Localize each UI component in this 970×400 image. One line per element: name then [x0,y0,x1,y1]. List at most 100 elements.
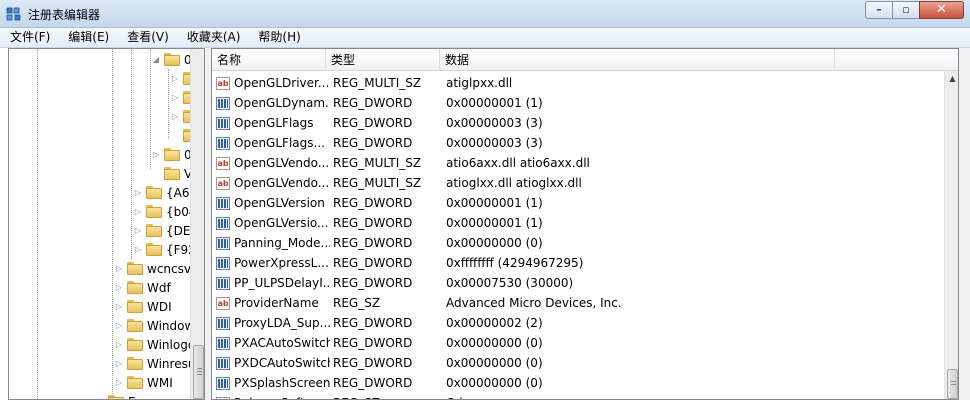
value-row[interactable]: OpenGLFlags... REG_DWORD 0x00000003 (3) [212,133,944,153]
tree-node[interactable]: ▷ WMI [114,373,173,392]
value-row[interactable]: PXDCAutoSwitch REG_DWORD 0x00000000 (0) [212,353,944,373]
list-scrollbar[interactable]: ▲ [944,71,958,399]
value-row[interactable]: ab OpenGLVendo... REG_MULTI_SZ atioglxx.dll… [212,173,944,193]
collapsed-arrow-icon[interactable]: ▷ [114,378,124,387]
value-type: REG_SZ [333,393,445,399]
value-row[interactable]: ProxyLDA_Sup... REG_DWORD 0x00000002 (2) [212,313,944,333]
tree-scrollbar[interactable] [190,49,204,399]
collapsed-arrow-icon[interactable]: ▷ [114,264,124,273]
list-scroll-thumb[interactable] [947,369,958,399]
value-row[interactable]: ab OpenGLDriver... REG_MULTI_SZ atiglpxx.dl… [212,73,944,93]
collapsed-arrow-icon[interactable]: ▷ [133,188,143,197]
value-name-cell: PXDCAutoSwitch [216,353,330,373]
collapsed-arrow-icon[interactable]: ▷ [133,245,143,254]
collapsed-arrow-icon[interactable]: ▷ [114,302,124,311]
collapsed-arrow-icon[interactable]: ▷ [114,283,124,292]
binary-value-icon [216,116,230,130]
tree-node[interactable]: Vi [151,164,195,183]
value-row[interactable]: OpenGLVersion REG_DWORD 0x00000001 (1) [212,193,944,213]
menu-edit[interactable]: 编辑(E) [58,28,117,47]
menu-file[interactable]: 文件(F) [0,28,58,47]
value-row[interactable]: OpenGLFlags REG_DWORD 0x00000003 (3) [212,113,944,133]
folder-icon [127,300,143,313]
title-bar[interactable]: 注册表编辑器 – ▫ ✕ [0,0,970,28]
string-value-icon: ab [216,156,230,170]
minimize-button[interactable]: – [865,1,892,19]
value-type: REG_DWORD [333,316,413,330]
value-row[interactable]: Panning_Mode... REG_DWORD 0x00000000 (0) [212,233,944,253]
collapsed-arrow-icon[interactable]: ▷ [170,112,180,121]
collapsed-arrow-icon[interactable]: ▷ [170,74,180,83]
tree-node[interactable]: ▷ Wdf [114,278,171,297]
value-data: 0xffffffff (4294967295) [446,256,584,270]
value-name: OpenGLFlags [234,116,314,130]
value-row[interactable]: PowerXpressL... REG_DWORD 0xffffffff (4294… [212,253,944,273]
tree-node[interactable]: ▷ WDI [114,297,172,316]
value-name-cell: ProxyLDA_Sup... [216,313,330,333]
value-name: ReleaseSoft... [234,393,316,399]
menu-help[interactable]: 帮助(H) [248,28,308,47]
value-type: REG_DWORD [333,216,413,230]
column-header-type[interactable]: 类型 [326,49,440,71]
menu-view[interactable]: 查看(V) [117,28,177,47]
tree-node[interactable]: ▷Enum [95,392,162,399]
expanded-arrow-icon[interactable]: ◢ [151,55,161,64]
window-title: 注册表编辑器 [28,8,101,22]
value-name: PowerXpressL... [234,256,329,270]
column-header-data[interactable]: 数据 [440,49,835,71]
value-name: OpenGLDynam... [234,96,330,110]
value-type: REG_DWORD [333,356,413,370]
value-row[interactable]: PXACAutoSwitch REG_DWORD 0x00000000 (0) [212,333,944,353]
minimize-icon: – [876,3,882,16]
menu-favorites[interactable]: 收藏夹(A) [177,28,249,47]
value-data: 0x00000003 (3) [446,116,543,130]
close-button[interactable]: ✕ [919,1,964,19]
collapsed-arrow-icon[interactable]: ▷ [151,150,161,159]
value-row[interactable]: OpenGLDynam... REG_DWORD 0x00000001 (1) [212,93,944,113]
folder-icon [146,243,162,256]
column-header-name[interactable]: 名称 [212,49,326,71]
value-type: REG_DWORD [333,276,413,290]
collapsed-arrow-icon[interactable]: ▷ [170,93,180,102]
collapsed-arrow-icon[interactable]: ▷ [114,359,124,368]
value-row[interactable]: ab ReleaseSoft... REG_SZCri... [212,393,944,399]
value-name: OpenGLVersion [234,196,325,210]
tree-node[interactable]: ▷ Winlogo [114,335,195,354]
collapsed-arrow-icon[interactable]: ▷ [133,207,143,216]
tree-node[interactable]: ▷ Windows [114,316,201,335]
value-name-cell: ab ProviderName [216,293,330,313]
tree-node[interactable]: ▷ wcncsvc [114,259,198,278]
tree-node-label: Winlogo [147,337,196,352]
values-list-pane[interactable]: 名称 类型 数据 ab OpenGLDriver... REG_MULTI_SZ at… [211,48,959,400]
folder-icon [127,338,143,351]
scroll-up-icon[interactable]: ▲ [945,71,958,86]
value-data: atiglpxx.dll [446,76,513,90]
binary-value-icon [216,276,230,290]
folder-icon [164,148,180,161]
value-row[interactable]: PP_ULPSDelayI... REG_DWORD 0x00007530 (300… [212,273,944,293]
tree-scroll-thumb[interactable] [193,345,204,399]
collapsed-arrow-icon[interactable]: ▷ [114,340,124,349]
value-type: REG_MULTI_SZ [333,176,422,190]
registry-tree-pane[interactable]: ◢00▷▷▷▷00Vi▷{A685▷{b043▷{DEB0▷{F92B▷wcnc… [8,48,205,400]
value-row[interactable]: OpenGLVersio... REG_DWORD 0x00000001 (1) [212,213,944,233]
binary-value-icon [216,336,230,350]
value-name-cell: ab OpenGLVendo... [216,173,330,193]
value-row[interactable]: ab ProviderName REG_SZ Advanced Micro Devic… [212,293,944,313]
value-data: 0x00000000 (0) [446,356,543,370]
value-data: Advanced Micro Devices, Inc. [446,296,622,310]
value-row[interactable]: ab OpenGLVendo... REG_MULTI_SZ atio6axx.dll… [212,153,944,173]
tree-guide-line [131,49,132,259]
value-name-cell: OpenGLVersio... [216,213,330,233]
collapsed-arrow-icon[interactable]: ▷ [114,321,124,330]
restore-button[interactable]: ▫ [892,1,919,19]
tree-guide-line [112,49,113,394]
tree-node[interactable]: ▷ Winresur [114,354,200,373]
value-type: REG_DWORD [333,96,413,110]
value-name-cell: PXSplashScreen [216,373,330,393]
value-row[interactable]: PXSplashScreen REG_DWORD 0x00000000 (0) [212,373,944,393]
value-name: OpenGLVersio... [234,216,329,230]
folder-icon [164,53,180,66]
collapsed-arrow-icon[interactable]: ▷ [133,226,143,235]
value-name-cell: PXACAutoSwitch [216,333,330,353]
